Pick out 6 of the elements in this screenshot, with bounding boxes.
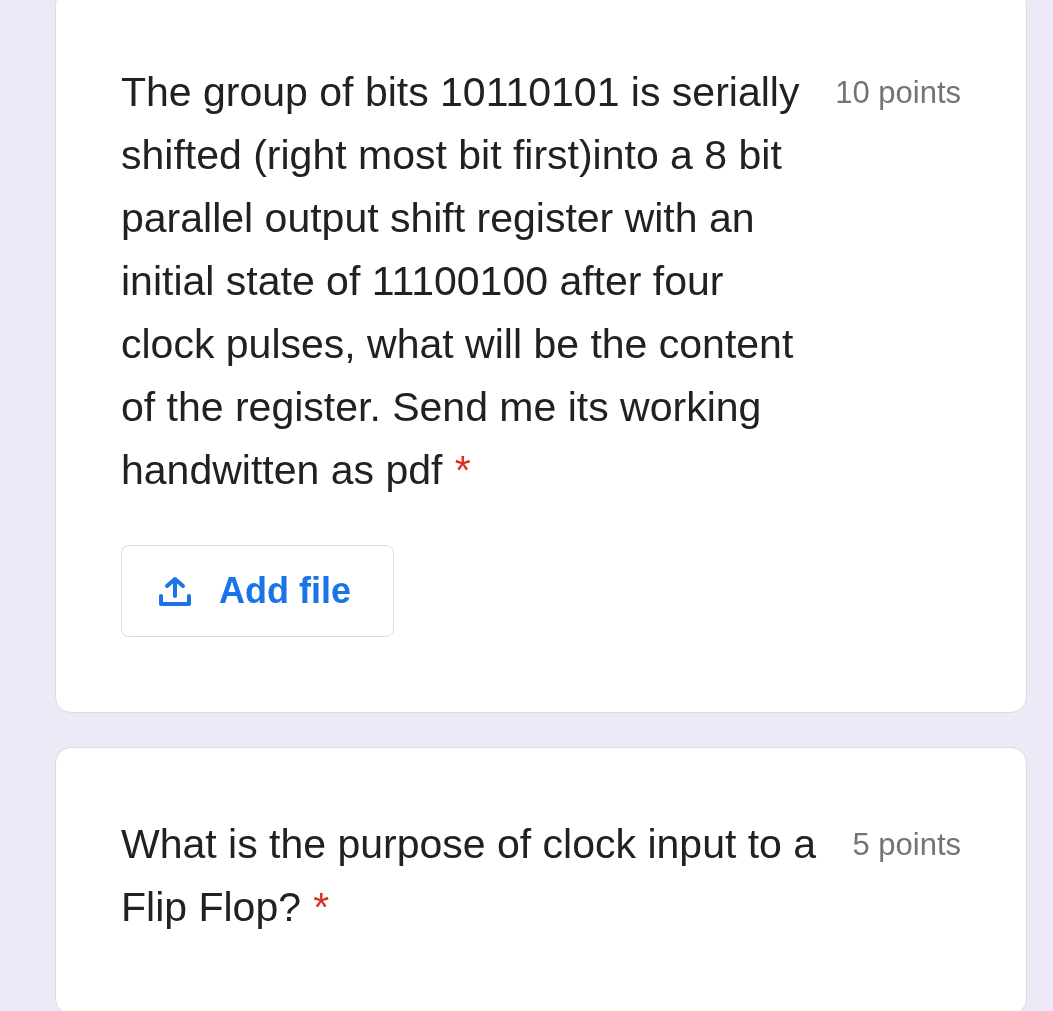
add-file-button[interactable]: Add file xyxy=(121,545,394,637)
question-text: The group of bits 10110101 is serially shifted (right most bit first)into a 8 bit parallel output shift register with an initial state of 11100100 after four clock pulses, what will be the content of the register. Send me its working handwitten as pdf * xyxy=(121,68,801,495)
points-label: 10 points xyxy=(835,74,961,112)
upload-icon xyxy=(159,576,191,606)
points-label: 5 points xyxy=(852,826,961,864)
question-text: What is the purpose of clock input to a Flip Flop? * xyxy=(121,820,818,932)
